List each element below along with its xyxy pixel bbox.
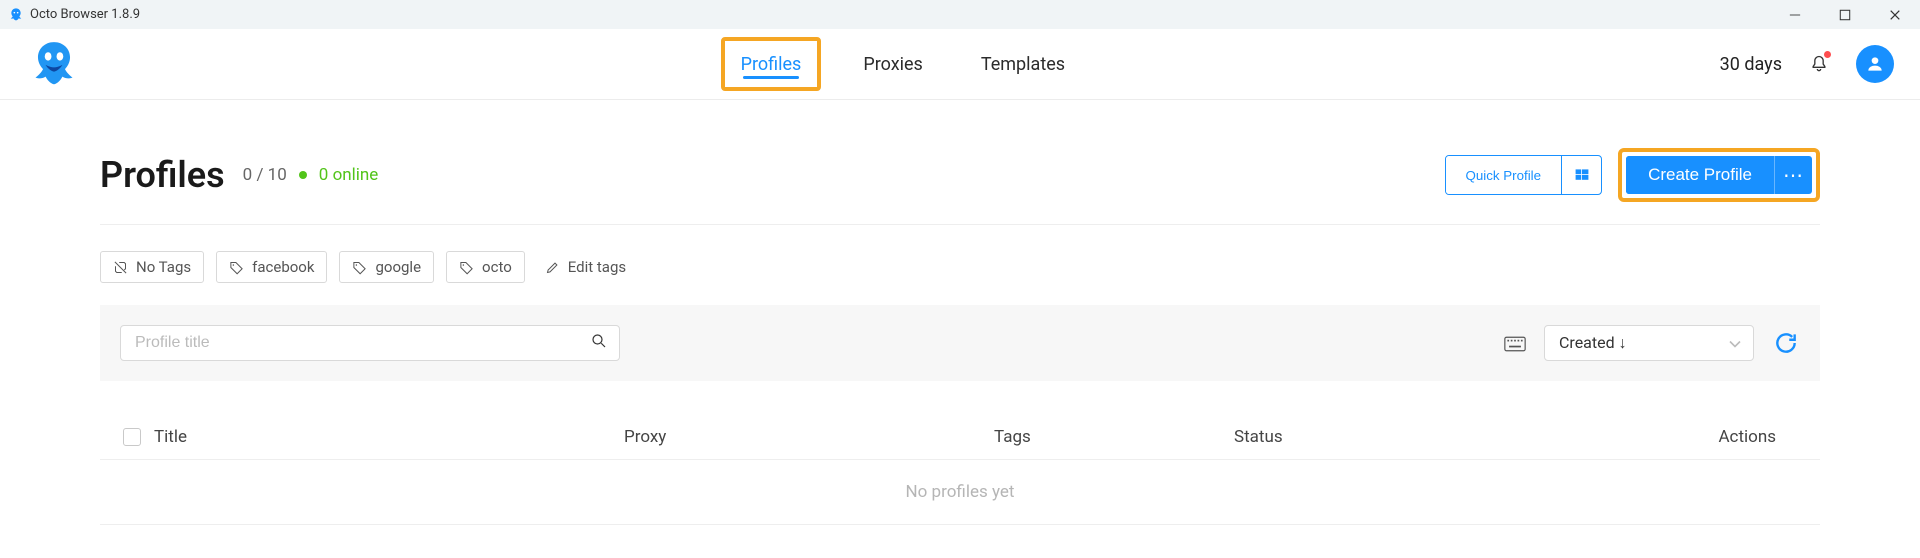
tag-label: facebook bbox=[252, 258, 314, 276]
tag-label: google bbox=[375, 258, 421, 276]
quick-profile-os-button[interactable] bbox=[1561, 156, 1601, 194]
sort-select[interactable]: Created ↓ bbox=[1544, 325, 1754, 361]
tags-row: No Tags facebook google octo Edit tags bbox=[100, 225, 1820, 291]
tab-profiles[interactable]: Profiles bbox=[721, 37, 822, 91]
edit-tags-label: Edit tags bbox=[568, 258, 626, 276]
col-title: Title bbox=[154, 427, 624, 447]
col-tags: Tags bbox=[994, 427, 1234, 447]
create-profile-more-button[interactable]: ⋯ bbox=[1774, 156, 1812, 194]
window-minimize-button[interactable] bbox=[1786, 6, 1804, 24]
notifications-button[interactable] bbox=[1808, 53, 1830, 75]
refresh-button[interactable] bbox=[1772, 329, 1800, 357]
profile-count: 0 / 10 bbox=[243, 165, 287, 185]
search-input[interactable] bbox=[120, 325, 620, 361]
filter-panel: Created ↓ bbox=[100, 305, 1820, 381]
page-header: Profiles 0 / 10 0 online Quick Profile C… bbox=[100, 100, 1820, 225]
tab-proxies[interactable]: Proxies bbox=[847, 29, 939, 99]
ellipsis-icon: ⋯ bbox=[1783, 163, 1804, 187]
window-close-button[interactable] bbox=[1886, 6, 1904, 24]
app-header: Profiles Proxies Templates 30 days bbox=[0, 29, 1920, 100]
search-box bbox=[120, 325, 620, 361]
os-title-bar: Octo Browser 1.8.9 bbox=[0, 0, 1920, 29]
user-icon bbox=[1865, 54, 1885, 74]
create-profile-button[interactable]: Create Profile bbox=[1626, 156, 1774, 194]
sort-value: Created ↓ bbox=[1559, 333, 1627, 353]
tag-off-icon bbox=[113, 260, 128, 275]
tag-icon bbox=[459, 260, 474, 275]
tag-chip-octo[interactable]: octo bbox=[446, 251, 525, 283]
window-maximize-button[interactable] bbox=[1836, 6, 1854, 24]
tag-chip-google[interactable]: google bbox=[339, 251, 434, 283]
page-subtitle: 0 / 10 0 online bbox=[243, 165, 379, 185]
no-tags-chip[interactable]: No Tags bbox=[100, 251, 204, 283]
online-count: 0 online bbox=[319, 165, 379, 185]
pencil-icon bbox=[545, 260, 560, 275]
online-dot-icon bbox=[299, 171, 307, 179]
trial-days: 30 days bbox=[1720, 54, 1782, 75]
col-status: Status bbox=[1234, 427, 1374, 447]
windows-icon bbox=[1574, 167, 1590, 183]
table-empty-message: No profiles yet bbox=[100, 460, 1820, 525]
tag-icon bbox=[229, 260, 244, 275]
no-tags-label: No Tags bbox=[136, 258, 191, 276]
tag-icon bbox=[352, 260, 367, 275]
logo bbox=[26, 36, 82, 92]
page-title: Profiles bbox=[100, 154, 225, 196]
col-actions: Actions bbox=[1374, 427, 1810, 447]
app-icon bbox=[8, 7, 24, 23]
tab-templates[interactable]: Templates bbox=[965, 29, 1081, 99]
select-all-checkbox[interactable] bbox=[123, 428, 141, 446]
chevron-down-icon bbox=[1729, 334, 1741, 353]
quick-profile-group: Quick Profile bbox=[1445, 155, 1603, 195]
tag-chip-facebook[interactable]: facebook bbox=[216, 251, 327, 283]
edit-tags-button[interactable]: Edit tags bbox=[545, 258, 626, 276]
keyboard-icon[interactable] bbox=[1504, 335, 1526, 351]
quick-profile-button[interactable]: Quick Profile bbox=[1446, 156, 1562, 194]
window-title: Octo Browser 1.8.9 bbox=[30, 7, 140, 22]
table-header: Title Proxy Tags Status Actions bbox=[100, 415, 1820, 460]
profiles-table: Title Proxy Tags Status Actions No profi… bbox=[100, 415, 1820, 525]
tag-label: octo bbox=[482, 258, 512, 276]
create-profile-highlight: Create Profile ⋯ bbox=[1618, 148, 1820, 202]
refresh-icon bbox=[1773, 330, 1799, 356]
col-proxy: Proxy bbox=[624, 427, 994, 447]
account-button[interactable] bbox=[1856, 45, 1894, 83]
notification-dot bbox=[1824, 51, 1831, 58]
search-icon bbox=[590, 332, 608, 354]
